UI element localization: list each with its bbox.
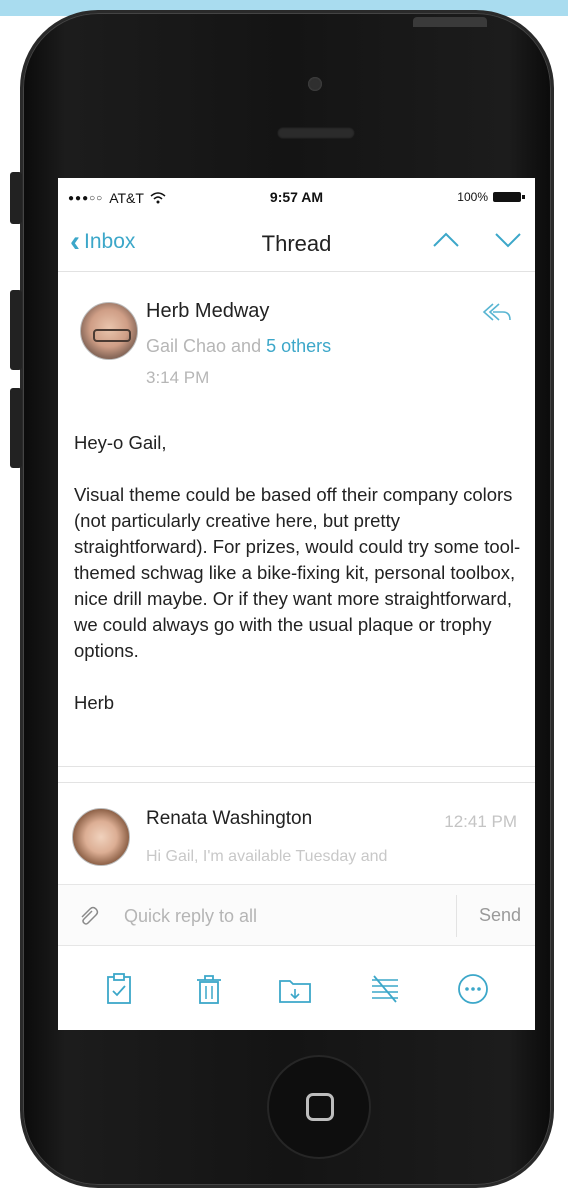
volume-up-button xyxy=(10,290,22,370)
volume-down-button xyxy=(10,388,22,468)
chevron-up-icon[interactable] xyxy=(431,226,461,254)
paperclip-icon[interactable] xyxy=(76,904,100,928)
more-icon[interactable] xyxy=(456,972,490,1006)
thread-navigation xyxy=(431,226,523,254)
recipients-prefix: Gail Chao and xyxy=(146,336,267,356)
mark-icon[interactable] xyxy=(368,972,402,1006)
folder-move-icon[interactable] xyxy=(278,972,312,1006)
divider xyxy=(58,782,535,783)
phone-screen: ●●●○○ AT&T 9:57 AM 100% ‹ Inbox Thread H… xyxy=(58,178,535,1030)
earpiece-speaker xyxy=(277,127,355,139)
navigation-bar: ‹ Inbox Thread xyxy=(58,216,535,272)
home-button[interactable] xyxy=(267,1055,371,1159)
battery-icon xyxy=(493,192,525,202)
action-toolbar xyxy=(58,946,535,1030)
recipients[interactable]: Gail Chao and 5 others xyxy=(146,336,331,357)
preview-time: 12:41 PM xyxy=(444,812,517,831)
avatar xyxy=(72,808,130,866)
signature: Herb xyxy=(74,692,115,713)
message-time: 3:14 PM xyxy=(146,368,210,387)
others-link[interactable]: 5 others xyxy=(266,336,331,356)
list-item[interactable]: Renata Washington 12:41 PM Hi Gail, I'm … xyxy=(58,784,535,884)
divider xyxy=(456,895,457,937)
quick-reply-input[interactable] xyxy=(124,899,444,933)
preview-snippet: Hi Gail, I'm available Tuesday and xyxy=(146,848,388,865)
divider xyxy=(58,766,535,767)
send-button[interactable]: Send xyxy=(479,905,521,926)
trash-icon[interactable] xyxy=(192,972,226,1006)
chevron-down-icon[interactable] xyxy=(493,226,523,254)
sender-name: Herb Medway xyxy=(146,300,270,322)
avatar xyxy=(80,302,138,360)
clipboard-check-icon[interactable] xyxy=(102,972,136,1006)
preview-sender: Renata Washington xyxy=(146,808,313,829)
front-camera xyxy=(308,77,322,91)
battery-percent: 100% xyxy=(457,190,488,204)
status-bar: ●●●○○ AT&T 9:57 AM 100% xyxy=(58,178,535,216)
message-body: Hey-o Gail, Visual theme could be based … xyxy=(74,430,529,742)
home-square-icon xyxy=(306,1093,334,1121)
body-text: Visual theme could be based off their co… xyxy=(74,484,521,661)
mute-switch xyxy=(10,172,22,224)
power-button xyxy=(413,17,487,27)
reply-all-icon[interactable] xyxy=(481,300,513,326)
message-header: Herb Medway Gail Chao and 5 others 3:14 … xyxy=(58,272,535,412)
greeting: Hey-o Gail, xyxy=(74,432,167,453)
quick-reply-bar: Send xyxy=(58,884,535,946)
battery-info: 100% xyxy=(457,190,525,204)
